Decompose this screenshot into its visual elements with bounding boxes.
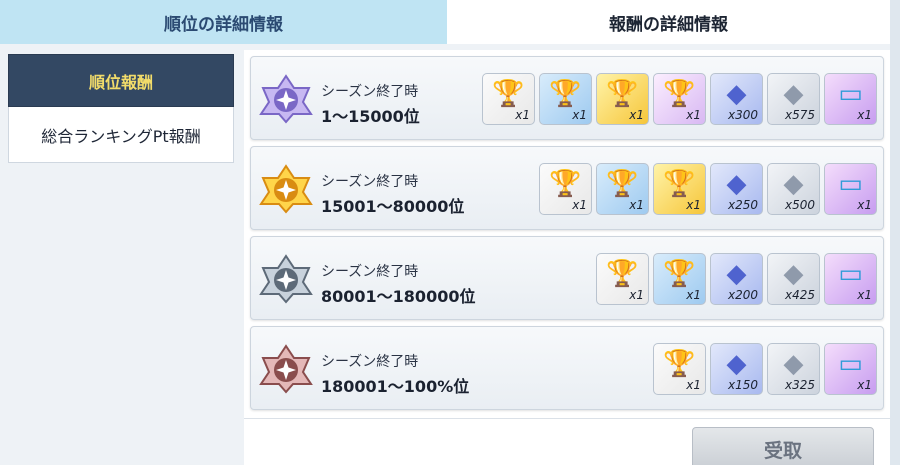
- item-quantity: x1: [515, 108, 530, 122]
- reward-item[interactable]: ▭ x1: [824, 343, 877, 395]
- silver-trophy-icon: 🏆: [549, 79, 582, 109]
- reward-item[interactable]: 🏆 x1: [539, 73, 592, 125]
- ticket-icon: ▭: [838, 169, 863, 199]
- reward-item[interactable]: ◆ x500: [767, 163, 820, 215]
- item-quantity: x1: [629, 288, 644, 302]
- item-quantity: x325: [784, 378, 815, 392]
- reward-item[interactable]: ◆ x575: [767, 73, 820, 125]
- rank-range: 1～15000位: [321, 107, 420, 126]
- reward-row: シーズン終了時 180001～100%位 🏆 x1 ◆ x150 ◆ x325 ▭ x1: [250, 326, 884, 410]
- item-quantity: x1: [686, 198, 701, 212]
- reward-item[interactable]: ◆ x200: [710, 253, 763, 305]
- tab-reward-details[interactable]: 報酬の詳細情報: [447, 0, 890, 44]
- gold-trophy-icon: 🏆: [663, 169, 696, 199]
- reward-item[interactable]: 🏆 x1: [596, 253, 649, 305]
- blue-gem-icon: ◆: [726, 349, 747, 379]
- right-edge-divider: [890, 0, 900, 465]
- item-quantity: x575: [784, 108, 815, 122]
- reward-item[interactable]: 🏆 x1: [653, 73, 706, 125]
- item-quantity: x1: [857, 198, 872, 212]
- reward-item[interactable]: ◆ x250: [710, 163, 763, 215]
- ticket-icon: ▭: [838, 79, 863, 109]
- bronze-rank-emblem: [259, 344, 313, 394]
- gold-trophy-icon: 🏆: [606, 79, 639, 109]
- item-quantity: x300: [727, 108, 758, 122]
- silver-gem-icon: ◆: [783, 79, 804, 109]
- reward-item[interactable]: 🏆 x1: [653, 253, 706, 305]
- reward-item[interactable]: ◆ x300: [710, 73, 763, 125]
- reward-item[interactable]: 🏆 x1: [539, 163, 592, 215]
- sidebar-item-rank-reward[interactable]: 順位報酬: [8, 54, 234, 107]
- reward-item[interactable]: ▭ x1: [824, 73, 877, 125]
- bronze-trophy-icon: 🏆: [663, 349, 696, 379]
- reward-row: シーズン終了時 80001～180000位 🏆 x1 🏆 x1 ◆ x200 ◆ x425 ▭ x1: [250, 236, 884, 320]
- blue-gem-icon: ◆: [726, 259, 747, 289]
- rainbow-trophy-icon: 🏆: [663, 79, 696, 109]
- tab-ranking-details[interactable]: 順位の詳細情報: [0, 0, 447, 44]
- reward-row: シーズン終了時 1～15000位 🏆 x1 🏆 x1 🏆 x1 🏆 x1 ◆ x300 ◆ x575 ▭ x1: [250, 56, 884, 140]
- purple-rank-emblem: [259, 74, 313, 124]
- item-quantity: x1: [857, 378, 872, 392]
- reward-item[interactable]: 🏆 x1: [596, 163, 649, 215]
- tab-bar: 順位の詳細情報 報酬の詳細情報: [0, 0, 900, 44]
- bronze-trophy-icon: 🏆: [492, 79, 525, 109]
- reward-row: シーズン終了時 15001～80000位 🏆 x1 🏆 x1 🏆 x1 ◆ x250 ◆ x500 ▭ x…: [250, 146, 884, 230]
- item-quantity: x1: [629, 108, 644, 122]
- rank-range: 180001～100%位: [321, 377, 470, 396]
- silver-trophy-icon: 🏆: [606, 169, 639, 199]
- item-quantity: x1: [686, 378, 701, 392]
- ticket-icon: ▭: [838, 349, 863, 379]
- silver-gem-icon: ◆: [783, 169, 804, 199]
- item-quantity: x1: [629, 198, 644, 212]
- blue-gem-icon: ◆: [726, 79, 747, 109]
- reward-item[interactable]: 🏆 x1: [653, 163, 706, 215]
- item-quantity: x250: [727, 198, 758, 212]
- reward-items: 🏆 x1 🏆 x1 🏆 x1 🏆 x1 ◆ x300 ◆ x575 ▭ x1: [482, 73, 877, 125]
- reward-item[interactable]: 🏆 x1: [596, 73, 649, 125]
- item-quantity: x500: [784, 198, 815, 212]
- silver-rank-emblem: [259, 254, 313, 304]
- sidebar: 順位報酬 総合ランキングPt報酬: [8, 54, 234, 163]
- gold-rank-emblem: [259, 164, 313, 214]
- item-quantity: x200: [727, 288, 758, 302]
- silver-gem-icon: ◆: [783, 259, 804, 289]
- row-title: シーズン終了時: [321, 264, 419, 280]
- rank-range: 80001～180000位: [321, 287, 476, 306]
- reward-item[interactable]: ▭ x1: [824, 253, 877, 305]
- reward-item[interactable]: ◆ x425: [767, 253, 820, 305]
- reward-items: 🏆 x1 🏆 x1 🏆 x1 ◆ x250 ◆ x500 ▭ x1: [539, 163, 877, 215]
- bronze-trophy-icon: 🏆: [549, 169, 582, 199]
- reward-items: 🏆 x1 ◆ x150 ◆ x325 ▭ x1: [653, 343, 877, 395]
- ticket-icon: ▭: [838, 259, 863, 289]
- row-title: シーズン終了時: [321, 174, 419, 190]
- sidebar-item-total-ranking-pt-reward[interactable]: 総合ランキングPt報酬: [8, 107, 234, 163]
- bronze-trophy-icon: 🏆: [606, 259, 639, 289]
- row-title: シーズン終了時: [321, 354, 419, 370]
- reward-item[interactable]: 🏆 x1: [653, 343, 706, 395]
- reward-items: 🏆 x1 🏆 x1 ◆ x200 ◆ x425 ▭ x1: [596, 253, 877, 305]
- row-title: シーズン終了時: [321, 84, 419, 100]
- item-quantity: x150: [727, 378, 758, 392]
- item-quantity: x1: [857, 108, 872, 122]
- item-quantity: x1: [572, 198, 587, 212]
- reward-item[interactable]: 🏆 x1: [482, 73, 535, 125]
- item-quantity: x1: [686, 288, 701, 302]
- silver-gem-icon: ◆: [783, 349, 804, 379]
- item-quantity: x425: [784, 288, 815, 302]
- reward-item[interactable]: ◆ x325: [767, 343, 820, 395]
- claim-button[interactable]: 受取: [692, 427, 874, 465]
- item-quantity: x1: [857, 288, 872, 302]
- item-quantity: x1: [686, 108, 701, 122]
- item-quantity: x1: [572, 108, 587, 122]
- reward-item[interactable]: ▭ x1: [824, 163, 877, 215]
- reward-item[interactable]: ◆ x150: [710, 343, 763, 395]
- footer-divider: [244, 418, 890, 419]
- silver-trophy-icon: 🏆: [663, 259, 696, 289]
- rank-range: 15001～80000位: [321, 197, 465, 216]
- blue-gem-icon: ◆: [726, 169, 747, 199]
- reward-list-panel[interactable]: シーズン終了時 1～15000位 🏆 x1 🏆 x1 🏆 x1 🏆 x1 ◆ x300 ◆ x575 ▭ x1…: [244, 50, 890, 465]
